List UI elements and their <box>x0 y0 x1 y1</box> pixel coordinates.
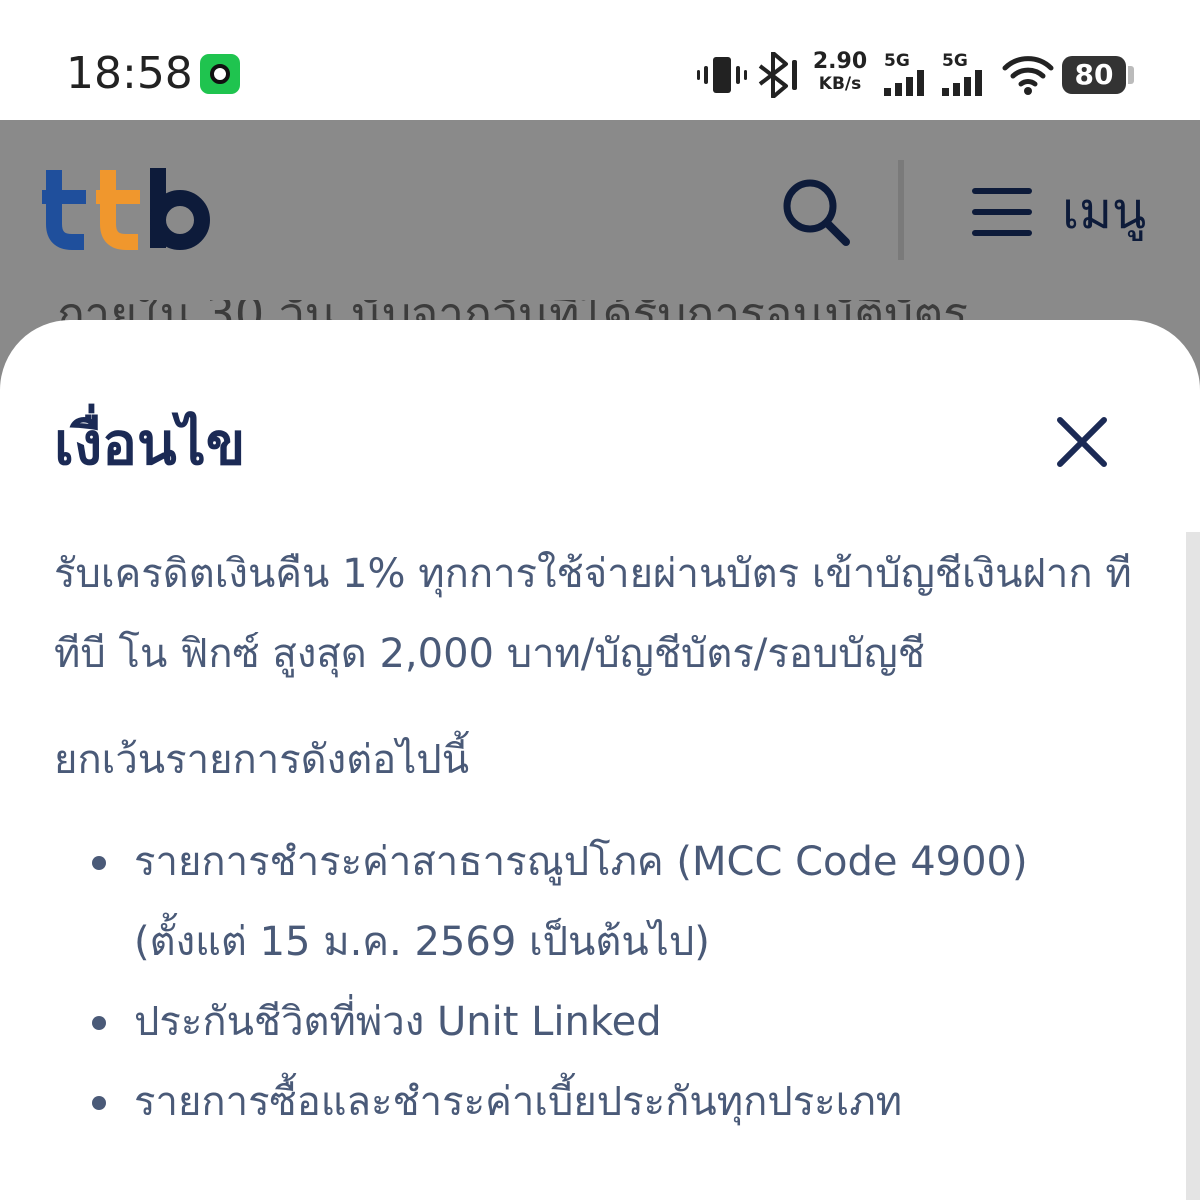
bullet-dot <box>92 1016 106 1030</box>
sheet-title: เงื่อนไข <box>54 410 246 478</box>
phone-screen: 18:58 2.90 KB/s 5G 5G 80 เมนู เงื่อนไข ร… <box>0 0 1200 1200</box>
bullet-dot <box>92 1096 106 1110</box>
status-time: 18:58 <box>66 48 193 99</box>
exceptions-intro: ยกเว้นรายการดังต่อไปนี้ <box>54 737 470 783</box>
scrollbar[interactable] <box>1186 532 1200 1200</box>
ttb-logo[interactable] <box>40 168 210 252</box>
network-speed: 2.90 KB/s <box>812 49 868 95</box>
battery-cap <box>1128 66 1134 84</box>
bullet-dot <box>92 856 106 870</box>
list-item: รายการซื้อและชำระค่าเบี้ยประกันทุกประเภท <box>54 1062 1144 1142</box>
hamburger-icon[interactable] <box>970 186 1034 238</box>
list-item-text: รายการชำระค่าสาธารณูปโภค (MCC Code 4900)… <box>134 839 1028 965</box>
sim1-signal-icon <box>884 70 924 96</box>
battery-indicator: 80 <box>1062 56 1126 94</box>
list-item: ประกันชีวิตที่พ่วง Unit Linked <box>54 982 1144 1062</box>
green-app-icon <box>200 54 240 94</box>
search-icon[interactable] <box>780 176 852 248</box>
cashback-paragraph: รับเครดิตเงินคืน 1% ทุกการใช้จ่ายผ่านบัต… <box>54 551 1132 677</box>
sim2-signal-icon <box>942 70 982 96</box>
list-item-text: รายการซื้อและชำระค่าเบี้ยประกันทุกประเภท <box>134 1079 903 1125</box>
sim2-network-label: 5G <box>942 51 968 71</box>
sim1-network-label: 5G <box>884 51 910 71</box>
status-bar: 18:58 2.90 KB/s 5G 5G 80 <box>0 0 1200 120</box>
network-speed-value: 2.90 <box>812 49 868 74</box>
exceptions-list: รายการชำระค่าสาธารณูปโภค (MCC Code 4900)… <box>54 822 1144 1142</box>
header-divider <box>898 160 904 260</box>
close-icon[interactable] <box>1046 410 1116 480</box>
list-item-text: ประกันชีวิตที่พ่วง Unit Linked <box>134 999 662 1045</box>
list-item: รายการชำระค่าสาธารณูปโภค (MCC Code 4900)… <box>54 822 1144 982</box>
menu-label[interactable]: เมนู <box>1062 176 1146 246</box>
network-speed-unit: KB/s <box>818 74 862 94</box>
site-header: เมนู <box>0 120 1200 300</box>
sheet-body: รับเครดิตเงินคืน 1% ทุกการใช้จ่ายผ่านบัต… <box>54 534 1144 1142</box>
wifi-icon <box>1002 56 1054 95</box>
conditions-sheet: เงื่อนไข รับเครดิตเงินคืน 1% ทุกการใช้จ่… <box>0 320 1200 1200</box>
vibrate-icon <box>697 57 747 93</box>
bluetooth-icon <box>758 52 797 98</box>
